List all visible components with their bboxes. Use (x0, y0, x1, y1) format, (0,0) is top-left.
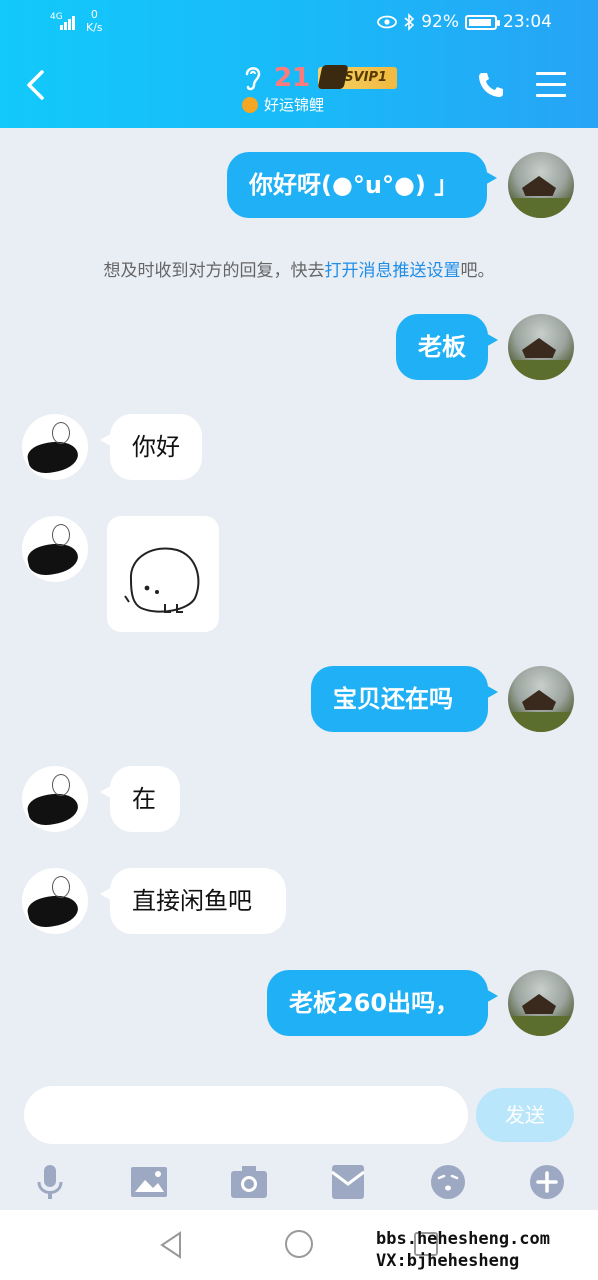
status-right: 92% 23:04 (377, 12, 552, 32)
image-icon[interactable] (129, 1162, 169, 1202)
push-settings-link[interactable]: 打开消息推送设置 (325, 261, 461, 281)
crown-icon (317, 65, 349, 89)
koi-icon (242, 96, 258, 113)
nav-back-icon[interactable] (158, 1230, 184, 1260)
nickname-row: 好运锦鲤 (242, 94, 324, 115)
svip-badge: SVIP1 (317, 65, 398, 89)
message-bubble[interactable]: 老板 (396, 314, 498, 380)
avatar[interactable] (22, 766, 88, 832)
input-toolbar (0, 1154, 598, 1210)
level-number: 21 (274, 63, 311, 93)
nav-home-icon[interactable] (285, 1230, 313, 1258)
battery-icon (465, 14, 500, 30)
battery-percent: 92% (421, 12, 459, 32)
message-bubble[interactable]: 在 (100, 766, 180, 832)
chat-header: 4G 0 K/s 92% 23:04 21 SVIP1 好运锦鲤 (0, 0, 598, 128)
send-button[interactable]: 发送 (476, 1088, 574, 1142)
avatar[interactable] (22, 868, 88, 934)
voice-icon[interactable] (30, 1162, 70, 1202)
menu-icon[interactable] (536, 72, 566, 98)
watermark: bbs.hehesheng.com VX:bjhehesheng (376, 1229, 550, 1271)
red-packet-icon[interactable] (328, 1162, 368, 1202)
nickname: 好运锦鲤 (264, 96, 325, 114)
avatar[interactable] (22, 516, 88, 582)
message-bubble[interactable]: 你好 (100, 414, 202, 480)
sticker-message[interactable] (107, 516, 219, 632)
emoji-icon[interactable] (428, 1162, 468, 1202)
title-row[interactable]: 21 SVIP1 (240, 62, 398, 94)
phone-icon[interactable] (476, 70, 506, 100)
seal-sticker-icon (124, 547, 200, 613)
network-speed: 0 K/s (86, 8, 103, 34)
avatar[interactable] (508, 666, 574, 732)
signal-icon (60, 14, 78, 30)
message-bubble[interactable]: 宝贝还在吗 (311, 666, 498, 732)
message-bubble[interactable]: 老板260出吗， (267, 970, 498, 1036)
back-arrow-icon[interactable] (24, 70, 48, 100)
eye-icon (377, 15, 398, 29)
message-bubble[interactable]: 直接闲鱼吧 (100, 868, 286, 934)
avatar[interactable] (508, 314, 574, 380)
message-bubble[interactable]: 你好呀(●°u°●)​ 」 (227, 152, 497, 218)
avatar[interactable] (508, 970, 574, 1036)
message-input[interactable] (24, 1086, 468, 1144)
camera-icon[interactable] (229, 1162, 269, 1202)
push-notice: 想及时收到对方的回复，快去打开消息推送设置吧。 (103, 261, 495, 281)
bluetooth-icon (404, 13, 415, 31)
ear-icon (245, 67, 261, 91)
avatar[interactable] (22, 414, 88, 480)
avatar[interactable] (508, 152, 574, 218)
status-bar: 4G 0 K/s 92% 23:04 (0, 0, 598, 44)
clock: 23:04 (503, 12, 552, 32)
plus-icon[interactable] (527, 1162, 567, 1202)
